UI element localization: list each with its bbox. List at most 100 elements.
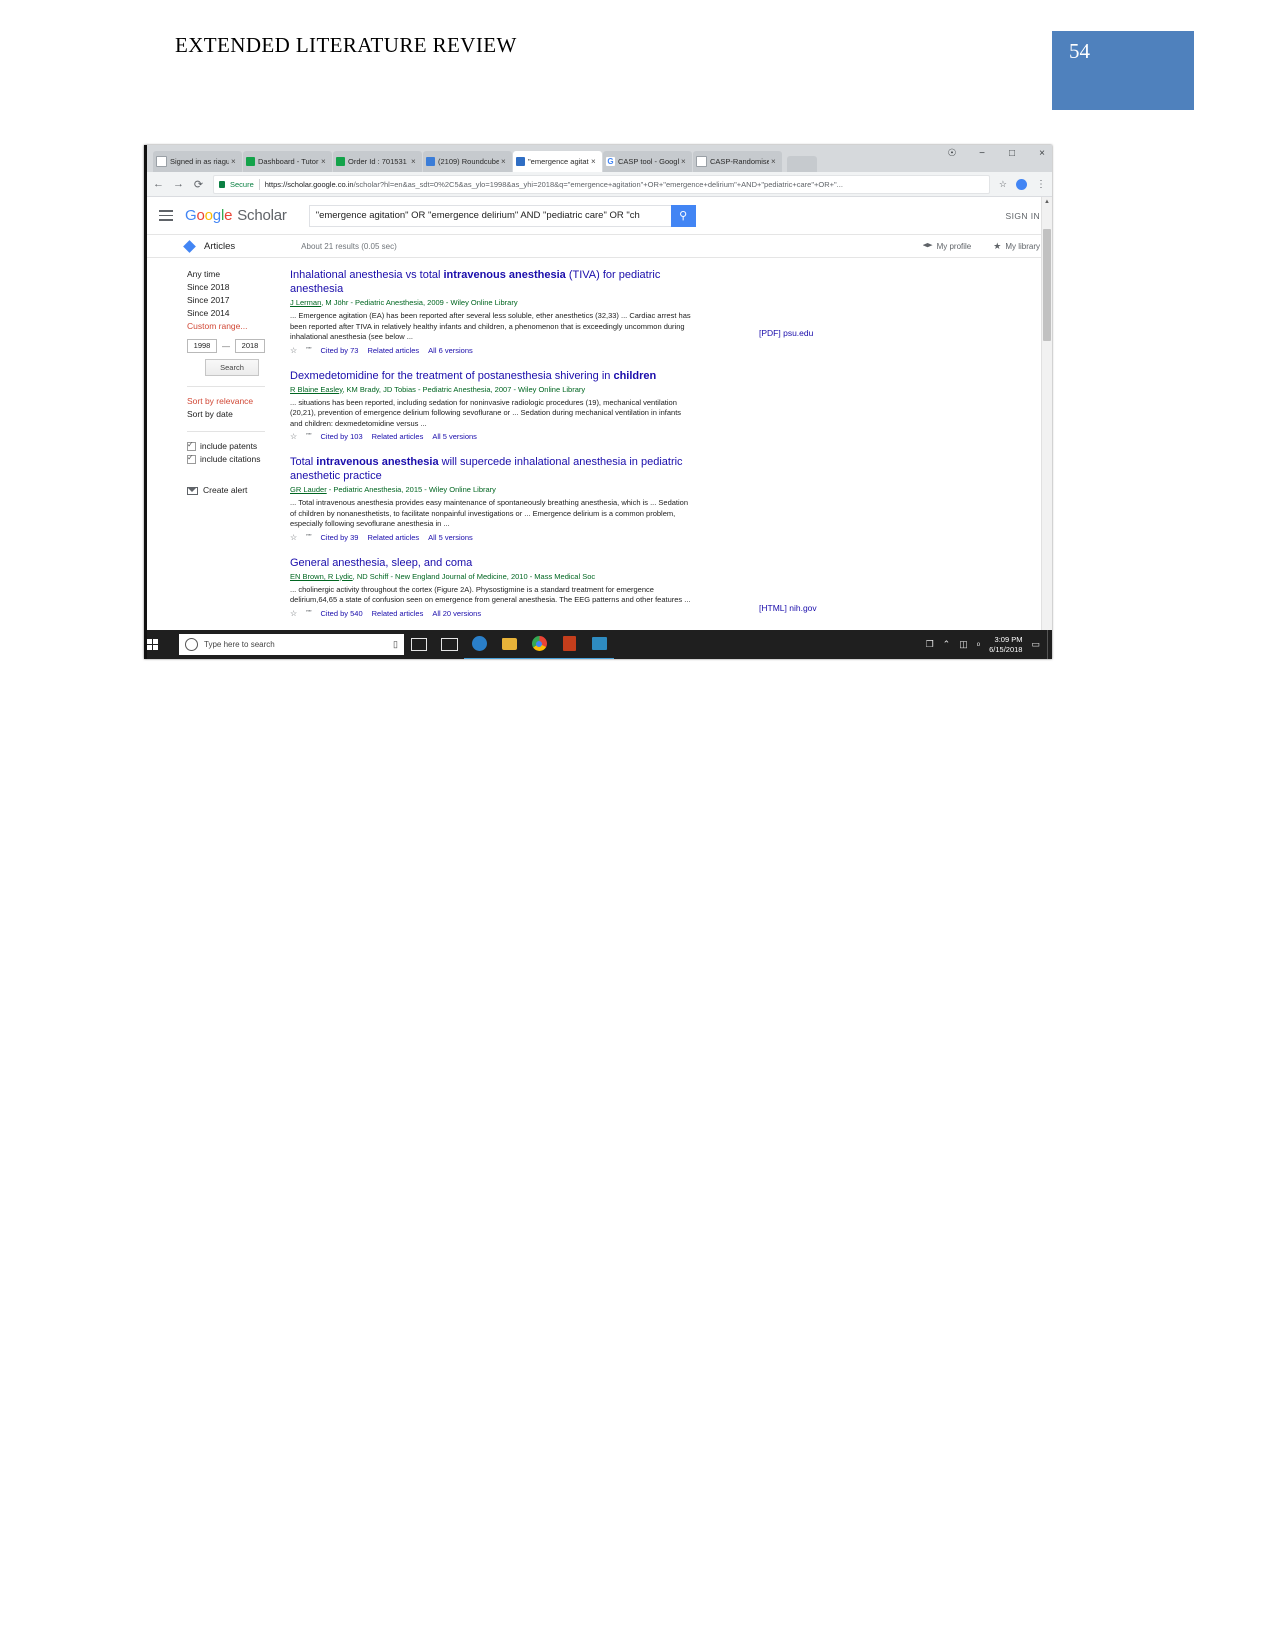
- my-library-link[interactable]: ★ My library: [993, 241, 1040, 252]
- extension-icon[interactable]: [1016, 178, 1027, 190]
- filter-since-2017[interactable]: Since 2017: [187, 294, 265, 307]
- browser-tab-2[interactable]: Order Id : 701531 ×: [333, 151, 422, 172]
- close-icon[interactable]: ×: [411, 157, 419, 166]
- range-to-input[interactable]: 2018: [235, 339, 265, 353]
- close-icon[interactable]: ×: [321, 157, 329, 166]
- include-citations-row[interactable]: include citations: [187, 451, 265, 466]
- network-icon[interactable]: ◫: [959, 639, 968, 650]
- system-tray: ❐ ⌃ ◫ ᵒ 3:09 PM 6/15/2018 ▭: [926, 635, 1047, 655]
- filter-since-2014[interactable]: Since 2014: [187, 307, 265, 320]
- save-star-icon[interactable]: ☆: [290, 533, 297, 542]
- result-title[interactable]: Inhalational anesthesia vs total intrave…: [290, 268, 695, 296]
- all-versions-link[interactable]: All 6 versions: [428, 346, 473, 355]
- cited-by-link[interactable]: Cited by 73: [321, 346, 359, 355]
- related-articles-link[interactable]: Related articles: [372, 432, 424, 441]
- checkbox-icon[interactable]: [187, 451, 196, 464]
- cited-by-link[interactable]: Cited by 103: [321, 432, 363, 441]
- close-icon[interactable]: ×: [681, 157, 689, 166]
- close-icon[interactable]: ×: [771, 157, 779, 166]
- taskbar-search-input[interactable]: Type here to search ▯: [179, 634, 404, 655]
- task-view-icon[interactable]: [404, 630, 434, 659]
- close-icon[interactable]: ×: [591, 157, 599, 166]
- reload-icon[interactable]: ⟳: [193, 178, 204, 191]
- chevron-up-icon[interactable]: ⌃: [943, 639, 951, 650]
- title-part: General anesthesia, sleep, and coma: [290, 556, 473, 569]
- browser-tab-6[interactable]: CASP-Randomise ×: [693, 151, 782, 172]
- back-icon[interactable]: ←: [153, 178, 164, 190]
- notifications-icon[interactable]: ▭: [1031, 639, 1040, 650]
- result-title[interactable]: Total intravenous anesthesia will superc…: [290, 455, 695, 483]
- browser-menu-icon[interactable]: ⋮: [1036, 179, 1046, 189]
- filter-since-2018[interactable]: Since 2018: [187, 281, 265, 294]
- microphone-icon[interactable]: ▯: [393, 639, 398, 650]
- browser-tab-1[interactable]: Dashboard - Tutor ×: [243, 151, 332, 172]
- mail-icon[interactable]: [434, 630, 464, 659]
- sign-in-link[interactable]: SIGN IN: [1006, 211, 1040, 221]
- hamburger-menu-icon[interactable]: [159, 207, 173, 224]
- range-search-button[interactable]: Search: [205, 359, 259, 376]
- word-icon[interactable]: [554, 629, 584, 659]
- result-authors[interactable]: EN Brown, R Lydic: [290, 572, 353, 581]
- quote-icon[interactable]: ””: [306, 609, 311, 618]
- maximize-button[interactable]: □: [1006, 148, 1018, 159]
- close-button[interactable]: ×: [1036, 148, 1048, 159]
- profile-avatar-icon[interactable]: ☉: [946, 148, 958, 159]
- result-meta: EN Brown, R Lydic, ND Schiff - New Engla…: [290, 571, 695, 583]
- sort-by-relevance[interactable]: Sort by relevance: [187, 395, 265, 408]
- my-profile-link[interactable]: My profile: [922, 242, 971, 251]
- save-star-icon[interactable]: ☆: [290, 432, 297, 441]
- minimize-button[interactable]: −: [976, 148, 988, 159]
- result-resource-link-html[interactable]: [HTML] nih.gov: [759, 603, 817, 613]
- all-versions-link[interactable]: All 5 versions: [428, 533, 473, 542]
- show-desktop-button[interactable]: [1047, 630, 1052, 659]
- include-patents-row[interactable]: include patents: [187, 438, 265, 453]
- quote-icon[interactable]: ””: [306, 533, 311, 542]
- file-explorer-icon[interactable]: [494, 629, 524, 659]
- bookmark-star-icon[interactable]: ☆: [999, 179, 1007, 190]
- pin-icon[interactable]: ❐: [926, 639, 934, 650]
- cited-by-link[interactable]: Cited by 39: [321, 533, 359, 542]
- forward-icon[interactable]: →: [173, 178, 184, 190]
- scrollbar-thumb[interactable]: [1043, 229, 1051, 341]
- result-title[interactable]: Dexmedetomidine for the treatment of pos…: [290, 369, 695, 383]
- quote-icon[interactable]: ””: [306, 432, 311, 441]
- related-articles-link[interactable]: Related articles: [367, 533, 419, 542]
- range-from-input[interactable]: 1998: [187, 339, 217, 353]
- edge-icon[interactable]: [464, 629, 494, 659]
- browser-tab-0[interactable]: Signed in as riagup ×: [153, 151, 242, 172]
- scroll-up-arrow-icon[interactable]: ▲: [1042, 197, 1052, 207]
- volume-icon[interactable]: ᵒ: [977, 640, 980, 650]
- app-icon[interactable]: [584, 629, 614, 659]
- browser-tab-4-active[interactable]: "emergence agitat ×: [513, 151, 602, 172]
- all-versions-link[interactable]: All 5 versions: [432, 432, 477, 441]
- start-button[interactable]: [147, 638, 179, 651]
- checkbox-icon[interactable]: [187, 438, 196, 451]
- search-input[interactable]: "emergence agitation" OR "emergence deli…: [308, 204, 671, 227]
- close-icon[interactable]: ×: [231, 157, 239, 166]
- all-versions-link[interactable]: All 20 versions: [432, 609, 481, 618]
- filter-custom-range[interactable]: Custom range...: [187, 320, 265, 333]
- filter-any-time[interactable]: Any time: [187, 268, 265, 281]
- sort-by-date[interactable]: Sort by date: [187, 408, 265, 421]
- close-icon[interactable]: ×: [501, 157, 509, 166]
- result-authors[interactable]: R Blaine Easley: [290, 385, 342, 394]
- result-title[interactable]: General anesthesia, sleep, and coma: [290, 556, 695, 570]
- related-articles-link[interactable]: Related articles: [372, 609, 424, 618]
- search-icon[interactable]: ⚲: [670, 204, 696, 227]
- create-alert-link[interactable]: Create alert: [187, 484, 265, 497]
- result-resource-link-pdf[interactable]: [PDF] psu.edu: [759, 328, 813, 338]
- save-star-icon[interactable]: ☆: [290, 346, 297, 355]
- related-articles-link[interactable]: Related articles: [367, 346, 419, 355]
- clock[interactable]: 3:09 PM 6/15/2018: [989, 635, 1022, 655]
- result-authors[interactable]: GR Lauder: [290, 485, 327, 494]
- new-tab-button[interactable]: [787, 156, 817, 172]
- browser-tab-3[interactable]: (2109) Roundcube ×: [423, 151, 512, 172]
- browser-tab-5[interactable]: G CASP tool - Googl ×: [603, 151, 692, 172]
- result-authors[interactable]: J Lerman: [290, 298, 321, 307]
- vertical-scrollbar[interactable]: ▲ ▼: [1041, 197, 1052, 659]
- cited-by-link[interactable]: Cited by 540: [321, 609, 363, 618]
- chrome-icon[interactable]: [524, 629, 554, 659]
- quote-icon[interactable]: ””: [306, 346, 311, 355]
- save-star-icon[interactable]: ☆: [290, 609, 297, 618]
- address-input[interactable]: Secure https://scholar.google.co.in/scho…: [213, 174, 990, 194]
